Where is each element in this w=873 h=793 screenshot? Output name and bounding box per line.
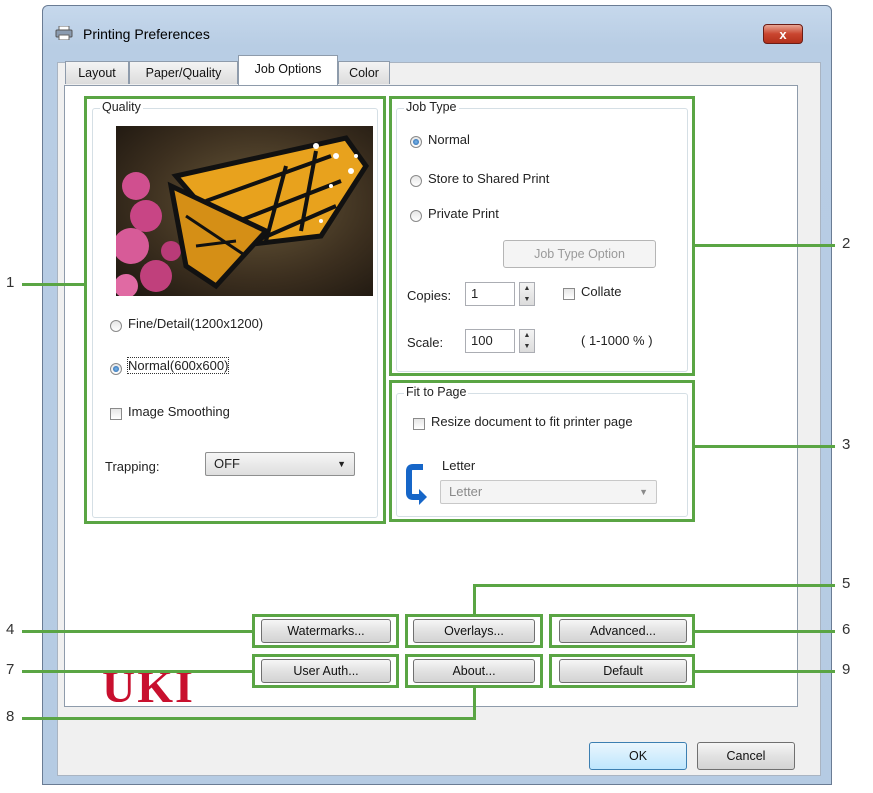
- callout-line-5-v: [473, 584, 476, 614]
- cancel-button[interactable]: Cancel: [697, 742, 795, 770]
- callout-number-9: 9: [842, 661, 851, 678]
- printer-icon: [55, 25, 73, 41]
- callout-line-5-h: [473, 584, 835, 587]
- callout-number-6: 6: [842, 621, 851, 638]
- callout-line-7: [22, 670, 252, 673]
- tab-layout[interactable]: Layout: [65, 61, 129, 84]
- overlays-button[interactable]: Overlays...: [413, 619, 535, 643]
- callout-box-fit-to-page: [389, 380, 695, 522]
- callout-line-3: [695, 445, 835, 448]
- callout-line-6: [695, 630, 835, 633]
- callout-box-job-type: [389, 96, 695, 376]
- callout-line-9: [695, 670, 835, 673]
- callout-number-8: 8: [6, 708, 15, 725]
- callout-number-4: 4: [6, 621, 15, 638]
- callout-line-2: [695, 244, 835, 247]
- callout-number-3: 3: [842, 436, 851, 453]
- callout-box-quality: [84, 96, 386, 524]
- title-bar[interactable]: Printing Preferences x: [43, 6, 831, 56]
- callout-number-2: 2: [842, 235, 851, 252]
- user-auth-button[interactable]: User Auth...: [261, 659, 391, 683]
- default-button[interactable]: Default: [559, 659, 687, 683]
- callout-line-8-h: [22, 717, 476, 720]
- window-title: Printing Preferences: [83, 26, 210, 42]
- tab-color[interactable]: Color: [338, 61, 390, 84]
- callout-line-1: [22, 283, 84, 286]
- tab-job-options[interactable]: Job Options: [238, 55, 338, 85]
- tab-paper-quality[interactable]: Paper/Quality: [129, 61, 238, 84]
- close-button[interactable]: x: [763, 24, 803, 44]
- callout-number-5: 5: [842, 575, 851, 592]
- callout-number-1: 1: [6, 274, 15, 291]
- ok-button[interactable]: OK: [589, 742, 687, 770]
- advanced-button[interactable]: Advanced...: [559, 619, 687, 643]
- close-icon: x: [779, 27, 787, 42]
- about-button[interactable]: About...: [413, 659, 535, 683]
- callout-line-8-v: [473, 688, 476, 720]
- callout-line-4: [22, 630, 252, 633]
- watermarks-button[interactable]: Watermarks...: [261, 619, 391, 643]
- callout-number-7: 7: [6, 661, 15, 678]
